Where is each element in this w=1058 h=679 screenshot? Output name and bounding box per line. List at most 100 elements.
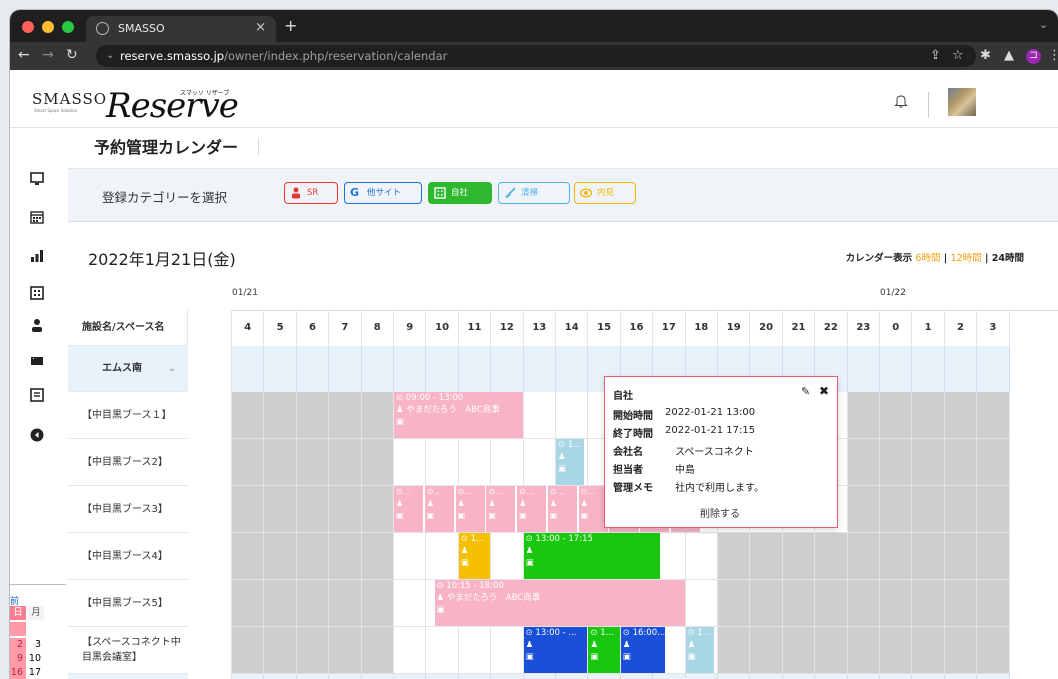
time-slot-cell[interactable] bbox=[296, 533, 330, 580]
time-slot-cell[interactable] bbox=[977, 439, 1010, 486]
time-slot-cell[interactable] bbox=[718, 627, 751, 674]
time-slot-cell[interactable] bbox=[880, 392, 913, 439]
booking-block[interactable]: ⊙…♟▣ bbox=[517, 486, 547, 532]
time-slot-cell[interactable] bbox=[977, 580, 1010, 627]
space-row-header[interactable]: 【中目黒ブース5】 bbox=[68, 580, 188, 627]
time-slot-cell[interactable] bbox=[232, 627, 265, 674]
time-slot-cell[interactable] bbox=[847, 580, 880, 627]
booking-block[interactable]: ⊙…♟▣ bbox=[486, 486, 516, 532]
space-row-header[interactable]: 【中目黒ブース１】 bbox=[68, 392, 188, 439]
time-slot-cell[interactable] bbox=[491, 627, 524, 674]
time-slot-cell[interactable] bbox=[944, 392, 978, 439]
space-row-header[interactable]: 【スペースコネクト中目黒会議室】 bbox=[68, 627, 188, 674]
profile-avatar[interactable]: コ bbox=[1026, 49, 1041, 64]
time-slot-cell[interactable] bbox=[458, 439, 492, 486]
time-slot-cell[interactable] bbox=[847, 392, 880, 439]
time-slot-cell[interactable] bbox=[232, 580, 265, 627]
time-slot-cell[interactable] bbox=[329, 580, 362, 627]
category-sr-button[interactable]: SR bbox=[284, 182, 338, 204]
time-slot-cell[interactable] bbox=[912, 486, 945, 533]
user-icon[interactable] bbox=[30, 318, 44, 332]
site-info-icon[interactable]: ⌄ bbox=[106, 45, 114, 67]
time-slot-cell[interactable] bbox=[944, 580, 978, 627]
time-slot-cell[interactable] bbox=[394, 533, 427, 580]
edit-pencil-icon[interactable]: ✎ bbox=[801, 385, 810, 398]
space-row-header[interactable]: 【中目黒ブース3】 bbox=[68, 486, 188, 533]
time-slot-cell[interactable] bbox=[977, 392, 1010, 439]
facility-row-header[interactable]: エムス南 ⌄ bbox=[68, 346, 188, 392]
bell-icon[interactable] bbox=[894, 94, 908, 108]
back-circle-icon[interactable] bbox=[30, 428, 44, 442]
flask-extension-icon[interactable]: ▲ bbox=[1004, 48, 1014, 63]
day-cell[interactable]: 16 bbox=[10, 666, 26, 679]
share-icon[interactable]: ⇪ bbox=[930, 48, 941, 63]
time-slot-cell[interactable] bbox=[847, 439, 880, 486]
close-window-button[interactable] bbox=[22, 21, 34, 33]
back-arrow-icon[interactable]: ← bbox=[18, 47, 30, 63]
day-cell[interactable]: 2 bbox=[10, 638, 26, 652]
booking-block[interactable]: ⊙ 1... ♟ ▣ bbox=[588, 627, 620, 673]
time-slot-cell[interactable] bbox=[426, 627, 459, 674]
time-slot-cell[interactable] bbox=[977, 486, 1010, 533]
time-slot-cell[interactable] bbox=[296, 392, 330, 439]
time-slot-cell[interactable] bbox=[847, 627, 880, 674]
time-slot-cell[interactable] bbox=[264, 486, 297, 533]
booking-block[interactable]: ⊙ 16:00... ♟ ▣ bbox=[620, 627, 666, 673]
browser-menu-icon[interactable]: ⋮ bbox=[1048, 48, 1058, 63]
time-slot-cell[interactable] bbox=[880, 627, 913, 674]
forward-arrow-icon[interactable]: → bbox=[42, 47, 54, 63]
day-cell[interactable]: 3 bbox=[28, 638, 44, 652]
time-slot-cell[interactable] bbox=[750, 627, 783, 674]
maximize-window-button[interactable] bbox=[62, 21, 74, 33]
user-avatar[interactable] bbox=[948, 88, 976, 116]
time-slot-cell[interactable] bbox=[912, 439, 945, 486]
booking-block[interactable]: ⊙ 13:00 - 17:15 ♟ ▣ bbox=[523, 533, 661, 579]
space-row-header[interactable]: 【中目黒ブース2】 bbox=[68, 439, 188, 486]
time-slot-cell[interactable] bbox=[296, 627, 330, 674]
chevron-down-icon[interactable]: ⌄ bbox=[168, 346, 176, 392]
building-icon[interactable] bbox=[30, 286, 44, 300]
reload-icon[interactable]: ↻ bbox=[66, 47, 78, 63]
time-slot-cell[interactable] bbox=[523, 439, 556, 486]
time-slot-cell[interactable] bbox=[296, 580, 330, 627]
time-slot-cell[interactable] bbox=[264, 439, 297, 486]
time-slot-cell[interactable] bbox=[394, 439, 427, 486]
time-slot-cell[interactable] bbox=[977, 533, 1010, 580]
time-slot-cell[interactable] bbox=[426, 533, 459, 580]
time-slot-cell[interactable] bbox=[329, 533, 362, 580]
day-cell[interactable]: 9 bbox=[10, 652, 26, 666]
booking-block[interactable]: ⊙ 10:15 - 18:00 ♟ やまだたろう ABC商事 ▣ bbox=[434, 580, 685, 626]
time-slot-cell[interactable] bbox=[394, 627, 427, 674]
time-slot-cell[interactable] bbox=[685, 533, 718, 580]
time-slot-cell[interactable] bbox=[944, 486, 978, 533]
time-slot-cell[interactable] bbox=[264, 580, 297, 627]
smasso-logo[interactable]: SMASSO bbox=[32, 90, 107, 108]
time-slot-cell[interactable] bbox=[912, 627, 945, 674]
time-slot-cell[interactable] bbox=[750, 533, 783, 580]
time-slot-cell[interactable] bbox=[361, 580, 394, 627]
category-own-button[interactable]: 自社 bbox=[428, 182, 492, 204]
time-slot-cell[interactable] bbox=[912, 392, 945, 439]
time-slot-cell[interactable] bbox=[264, 392, 297, 439]
time-slot-cell[interactable] bbox=[361, 392, 394, 439]
time-slot-cell[interactable] bbox=[458, 627, 492, 674]
time-slot-cell[interactable] bbox=[977, 627, 1010, 674]
time-slot-cell[interactable] bbox=[815, 580, 848, 627]
booking-block[interactable]: ⊙…♟▣ bbox=[455, 486, 485, 532]
space-row-header[interactable]: 【中目黒ブース4】 bbox=[68, 533, 188, 580]
day-cell[interactable] bbox=[28, 622, 44, 636]
time-slot-cell[interactable] bbox=[847, 533, 880, 580]
time-slot-cell[interactable] bbox=[782, 580, 816, 627]
time-slot-cell[interactable] bbox=[232, 533, 265, 580]
booking-block[interactable]: ⊙ 1... ♟ ▣ bbox=[685, 627, 714, 673]
list-card-icon[interactable] bbox=[30, 388, 44, 402]
booking-block[interactable]: ⊙ 09:00 - 13:00 ♟ やまだたろう ABC商事 ▣ bbox=[394, 392, 523, 438]
view-24h-link[interactable]: 24時間 bbox=[992, 253, 1024, 264]
time-slot-cell[interactable] bbox=[944, 627, 978, 674]
browser-tab[interactable]: SMASSO × bbox=[86, 16, 276, 42]
time-slot-cell[interactable] bbox=[329, 392, 362, 439]
next-facility-row-header[interactable] bbox=[68, 674, 188, 679]
booking-block[interactable]: ⊙…♟▣ bbox=[394, 486, 424, 532]
booking-block[interactable]: ⊙ 1... ♟ ▣ bbox=[458, 533, 491, 579]
extensions-puzzle-icon[interactable]: ✱ bbox=[980, 48, 991, 63]
